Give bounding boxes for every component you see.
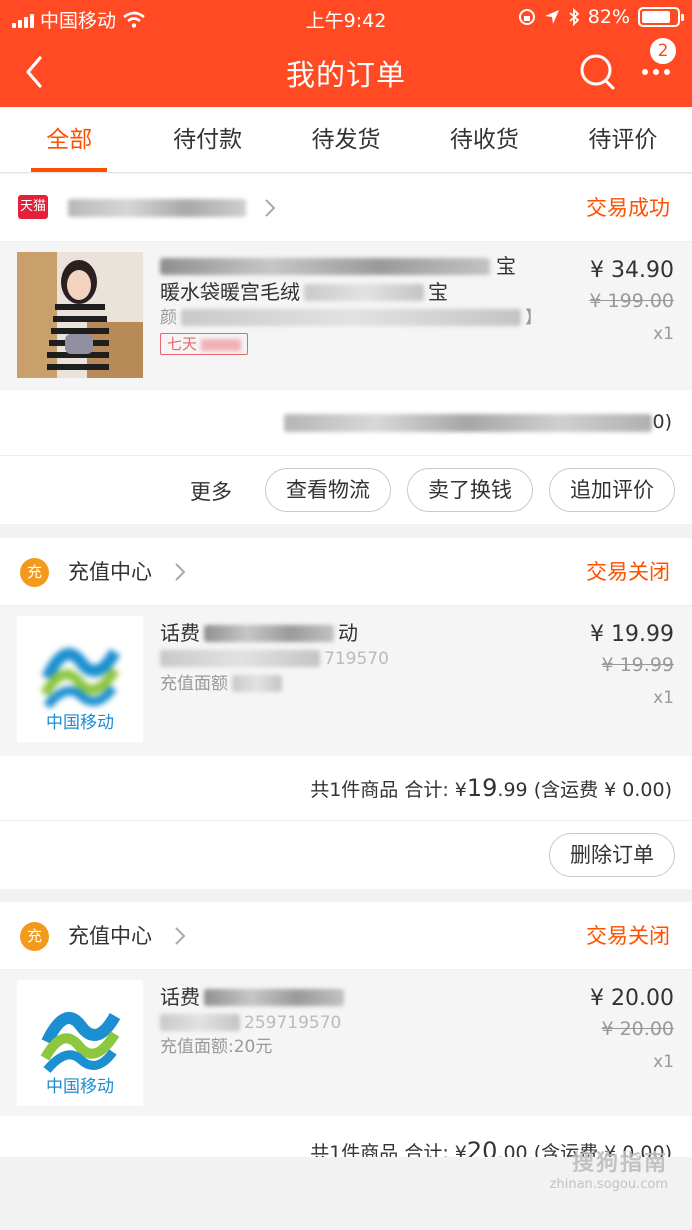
- blur: [204, 988, 344, 1006]
- resell-button[interactable]: 卖了换钱: [407, 468, 533, 512]
- search-icon[interactable]: [578, 52, 618, 92]
- quantity: x1: [653, 1052, 674, 1072]
- product-title: 话费: [160, 985, 200, 1009]
- product-image: 中国移动: [17, 616, 143, 742]
- recharge-icon: 充: [20, 922, 49, 951]
- carrier-logo-text: 中国移动: [46, 1077, 114, 1097]
- top-bar: 中国移动 上午9:42 82% 我的订单 2: [0, 0, 692, 107]
- original-price: ¥ 199.00: [589, 290, 674, 312]
- view-logistics-button[interactable]: 查看物流: [265, 468, 391, 512]
- phone-tail: 259719570: [244, 1012, 342, 1033]
- shop-name: 充值中心: [68, 924, 152, 948]
- rotation-lock-icon: [518, 9, 535, 25]
- chevron-right-icon: [175, 563, 186, 581]
- summary-decimals: .99: [497, 779, 528, 801]
- return-policy-tag: 七天: [160, 333, 249, 355]
- quantity: x1: [653, 688, 674, 708]
- carrier-logo-text: 中国移动: [46, 713, 114, 733]
- blur: [304, 283, 424, 301]
- summary-amount: 19: [466, 774, 498, 802]
- recharge-icon: 充: [20, 558, 49, 587]
- sku-prefix: 颜: [160, 307, 177, 328]
- product-info: 话费 动 719570 充值面额: [160, 616, 550, 696]
- denomination-label: 充值面额: [160, 673, 228, 694]
- nav-bar: 我的订单 2: [0, 36, 692, 107]
- product-image: 中国移动: [17, 980, 143, 1106]
- product-title-end: 动: [338, 621, 358, 645]
- order-item[interactable]: 中国移动 话费 动 719570 充值面额 ¥ 19.99 ¥ 19.99 x1: [0, 606, 692, 756]
- original-price: ¥ 20.00: [601, 1018, 674, 1040]
- denomination-label: 充值面额:20元: [160, 1037, 273, 1057]
- battery-icon: [638, 7, 684, 27]
- tab-pending-shipment[interactable]: 待发货: [277, 107, 415, 172]
- shop-name: 充值中心: [68, 560, 152, 584]
- status-bar: 中国移动 上午9:42 82%: [0, 0, 692, 36]
- shop-header[interactable]: 充 充值中心 交易关闭: [0, 902, 692, 970]
- blur: [204, 624, 334, 642]
- original-price: ¥ 19.99: [601, 654, 674, 676]
- phone-blurred: [160, 650, 320, 667]
- summary-blurred: [284, 413, 653, 432]
- shop-header[interactable]: 充 充值中心 交易关闭: [0, 538, 692, 606]
- product-title-blurred: [160, 258, 490, 275]
- order-item[interactable]: 中国移动 话费 259719570 充值面额:20元 ¥ 20.00 ¥ 20.…: [0, 970, 692, 1116]
- tab-pending-receipt[interactable]: 待收货: [415, 107, 553, 172]
- phone-tail: 719570: [324, 648, 389, 669]
- product-info: 话费 259719570 充值面额:20元: [160, 980, 550, 1059]
- blur: [232, 675, 282, 692]
- shop-header[interactable]: 天猫 交易成功: [0, 174, 692, 242]
- product-info: 宝 暖水袋暖宫毛绒 宝 颜 】 七天: [160, 252, 550, 355]
- order-actions: 更多 查看物流 卖了换钱 追加评价: [0, 456, 692, 524]
- message-badge: 2: [648, 36, 678, 66]
- bluetooth-icon: [569, 8, 580, 26]
- summary-tail: 0): [652, 411, 672, 433]
- order-card: 充 充值中心 交易关闭 中国移动 话费 259719570 充值面额:20元 ¥…: [0, 902, 692, 1181]
- price: ¥ 34.90: [590, 258, 674, 283]
- product-title-line2-end: 宝: [428, 280, 448, 304]
- tag-text: 七天: [167, 335, 198, 353]
- order-summary: 0): [0, 390, 692, 456]
- summary-count: 共1件商品 合计: ¥: [310, 779, 467, 801]
- tab-all[interactable]: 全部: [0, 107, 138, 172]
- order-actions: 删除订单: [0, 821, 692, 889]
- delete-order-button[interactable]: 删除订单: [549, 833, 675, 877]
- more-actions-link[interactable]: 更多: [190, 476, 232, 506]
- order-status: 交易成功: [586, 196, 670, 220]
- shop-name-blurred: [68, 199, 246, 217]
- quantity: x1: [653, 324, 674, 344]
- price: ¥ 20.00: [590, 986, 674, 1011]
- battery-percent: 82%: [587, 6, 630, 28]
- sku-suffix: 】: [525, 307, 542, 328]
- order-card: 充 充值中心 交易关闭 中国移动 话费 动 719570 充值面额 ¥ 19.9…: [0, 538, 692, 889]
- order-card: 天猫 交易成功 宝 暖水袋暖宫毛绒 宝 颜 】 七天 ¥ 34.90 ¥ 199…: [0, 174, 692, 524]
- tab-pending-payment[interactable]: 待付款: [138, 107, 276, 172]
- watermark-url: zhinan.sogou.com: [549, 1177, 668, 1192]
- chevron-right-icon: [175, 927, 186, 945]
- order-status: 交易关闭: [586, 560, 670, 584]
- tmall-logo-icon: 天猫: [18, 195, 48, 219]
- product-title: 话费: [160, 621, 200, 645]
- watermark-text: 搜狗指南: [571, 1151, 668, 1176]
- price: ¥ 19.99: [590, 622, 674, 647]
- summary-shipping: (含运费 ¥ 0.00): [533, 779, 672, 801]
- product-title-line2: 暖水袋暖宫毛绒: [160, 280, 300, 304]
- order-status: 交易关闭: [586, 924, 670, 948]
- add-review-button[interactable]: 追加评价: [549, 468, 675, 512]
- watermark: 搜狗指南 zhinan.sogou.com: [550, 1145, 668, 1192]
- status-right: 82%: [518, 6, 684, 28]
- product-image: [17, 252, 143, 378]
- phone-blurred: [160, 1014, 240, 1031]
- sku-blurred: [181, 309, 521, 326]
- product-title-end: 宝: [496, 253, 516, 278]
- order-tabs: 全部 待付款 待发货 待收货 待评价: [0, 107, 692, 173]
- tab-pending-review[interactable]: 待评价: [554, 107, 692, 172]
- order-summary: 共1件商品 合计: ¥19.99 (含运费 ¥ 0.00): [0, 756, 692, 821]
- order-item[interactable]: 宝 暖水袋暖宫毛绒 宝 颜 】 七天 ¥ 34.90 ¥ 199.00 x1: [0, 242, 692, 390]
- location-icon: [544, 10, 559, 24]
- chevron-right-icon: [265, 199, 276, 217]
